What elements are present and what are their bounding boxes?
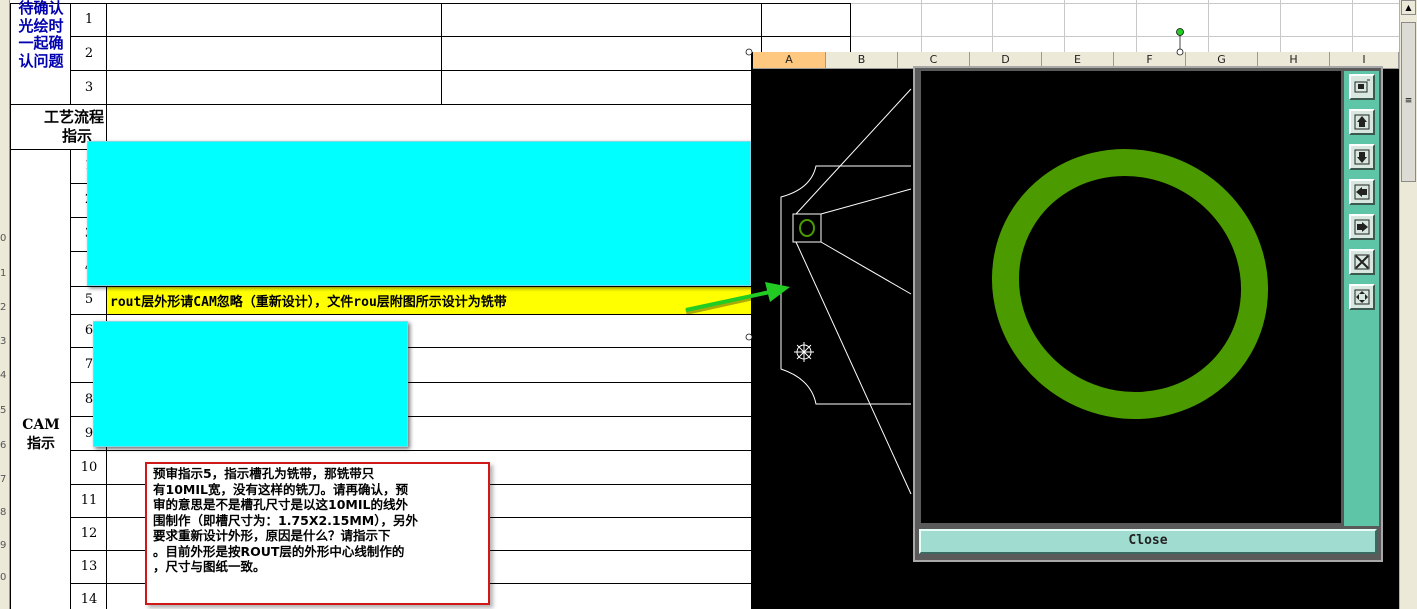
rotate-handle (1176, 28, 1184, 36)
row-number: 1 (84, 12, 94, 27)
row-number: 12 (80, 526, 98, 541)
table-border (441, 3, 442, 104)
table-border (70, 70, 751, 71)
zoom-fit-icon[interactable] (1349, 74, 1375, 100)
row-header-label: 6 (0, 440, 7, 451)
pending-confirm-line: 待确认 (18, 0, 64, 17)
close-button[interactable]: Close (919, 529, 1377, 554)
table-border (10, 104, 751, 105)
pan-right-icon[interactable] (1349, 214, 1375, 240)
table-border (70, 36, 850, 37)
row-header-label: 2 (0, 302, 7, 313)
arrow-shaft (685, 290, 771, 312)
note-line: 。目前外形是按ROUT层的外形中心线制作的 (153, 543, 405, 559)
highlighted-instruction-text: rout层外形请CAM忽略（重新设计），文件rou层附图所示设计为铣带 (110, 295, 507, 310)
note-line: 要求重新设计外形，原因是什么？请指示下 (153, 528, 391, 543)
row-number: 5 (84, 292, 94, 307)
pan-up-icon[interactable] (1349, 109, 1375, 135)
vertical-scrollbar[interactable]: ▲ ≡ (1399, 0, 1417, 609)
note-line: 有10MIL宽，没有这样的铣刀。请再确认，预 (153, 481, 408, 497)
zoom-toolbar (1343, 71, 1379, 526)
row-header-label: 8 (0, 507, 7, 518)
pending-confirm-line: 光绘时 (18, 16, 64, 35)
row-header-label: 0 (0, 572, 7, 583)
grid-line (850, 3, 1399, 4)
resize-handle (745, 48, 753, 56)
selection-handles (745, 28, 1184, 341)
row-header-strip: 0 1 2 3 4 5 6 7 8 9 0 (0, 0, 10, 609)
table-border (70, 149, 71, 609)
scroll-mid-arrow-icon[interactable]: ≡ (1401, 95, 1416, 109)
zoom-in-icon[interactable] (1349, 284, 1375, 310)
highlighted-instruction-cell[interactable]: rout层外形请CAM忽略（重新设计），文件rou层附图所示设计为铣带 (107, 287, 751, 314)
row-number: 13 (80, 559, 98, 574)
zoom-out-icon[interactable] (1349, 249, 1375, 275)
row-number: 11 (80, 493, 98, 508)
pending-confirm-label: 待确认 光绘时 一起确 认问题 (12, 0, 70, 70)
row-header-label: 0 (0, 233, 7, 244)
resize-handle (745, 333, 753, 341)
row-number: 10 (80, 460, 98, 475)
row-header-label: 5 (0, 405, 7, 416)
resize-handle (1176, 48, 1184, 56)
note-line: 围制作（即槽尺寸为：1.75X2.15MM），另外 (153, 512, 418, 528)
note-line: 审的意思是不是槽孔尺寸是以这10MIL的线外 (153, 497, 408, 512)
cam-instruction-line: CAM (22, 417, 60, 433)
table-border (70, 314, 751, 315)
note-line: ，尺寸与图纸一致。 (153, 559, 266, 574)
cam-instruction-label: CAM 指示 (12, 416, 70, 454)
table-border (70, 450, 751, 451)
cam-instruction-line: 指示 (27, 436, 55, 452)
row-header-label: 1 (0, 268, 7, 279)
pointer-arrow (685, 282, 790, 315)
table-border (106, 3, 107, 104)
pan-left-icon[interactable] (1349, 179, 1375, 205)
redacted-cell-block (93, 321, 408, 447)
row-number: 3 (84, 80, 94, 95)
review-comment-note[interactable]: 预审指示5，指示槽孔为铣带，那铣带只 有10MIL宽，没有这样的铣刀。请再确认，… (145, 462, 490, 605)
pan-down-icon[interactable] (1349, 144, 1375, 170)
grid-line (1208, 0, 1209, 52)
row-number: 2 (84, 46, 94, 61)
pending-confirm-line: 一起确 (18, 34, 64, 52)
scroll-up-arrow-icon[interactable]: ▲ (1401, 0, 1416, 15)
grid-line (1280, 0, 1281, 52)
process-instruction-line: 工艺流程 (43, 108, 104, 126)
arrow-head (765, 282, 790, 302)
redacted-cell-block (87, 141, 751, 286)
note-line: 预审指示5，指示槽孔为铣带，那铣带只 (153, 466, 375, 481)
grid-line (1352, 0, 1353, 52)
table-border (10, 3, 850, 4)
row-header-label: 4 (0, 370, 7, 381)
row-header-label: 7 (0, 474, 7, 485)
pending-confirm-line: 认问题 (18, 51, 64, 70)
row-number: 14 (80, 592, 98, 607)
row-header-label: 3 (0, 336, 7, 347)
table-border (10, 3, 11, 609)
table-border (70, 3, 71, 104)
row-header-label: 9 (0, 540, 7, 551)
